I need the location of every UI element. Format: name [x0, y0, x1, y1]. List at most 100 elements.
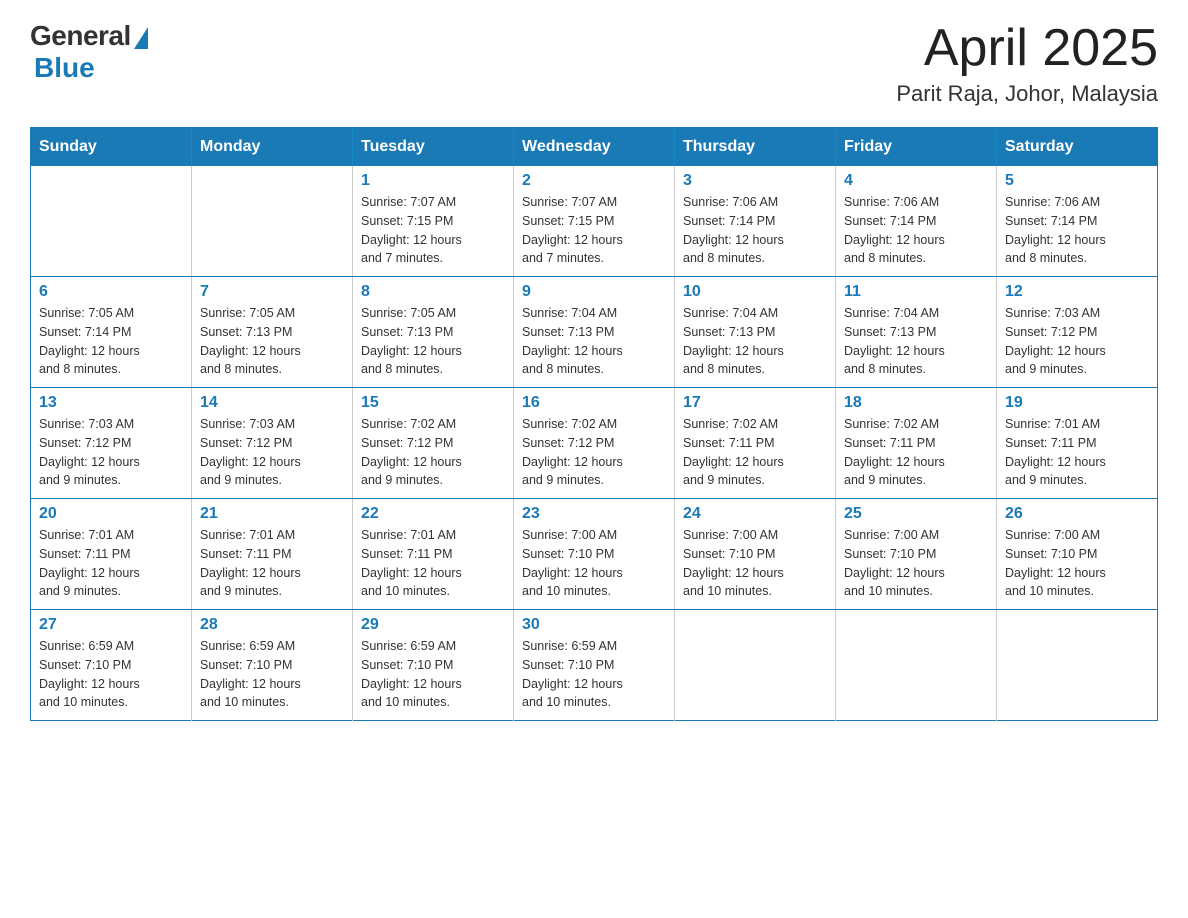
- calendar-cell: 5 Sunrise: 7:06 AMSunset: 7:14 PMDaylight…: [997, 166, 1158, 277]
- day-info: Sunrise: 7:01 AMSunset: 7:11 PMDaylight:…: [39, 526, 183, 601]
- day-number: 8: [361, 283, 505, 301]
- calendar-cell: [675, 610, 836, 721]
- day-info: Sunrise: 7:02 AMSunset: 7:11 PMDaylight:…: [844, 415, 988, 490]
- day-info: Sunrise: 7:03 AMSunset: 7:12 PMDaylight:…: [39, 415, 183, 490]
- calendar-cell: 25 Sunrise: 7:00 AMSunset: 7:10 PMDayligh…: [836, 499, 997, 610]
- day-number: 10: [683, 283, 827, 301]
- calendar-cell: 27 Sunrise: 6:59 AMSunset: 7:10 PMDayligh…: [31, 610, 192, 721]
- day-info: Sunrise: 7:05 AMSunset: 7:14 PMDaylight:…: [39, 304, 183, 379]
- calendar-cell: 14 Sunrise: 7:03 AMSunset: 7:12 PMDayligh…: [192, 388, 353, 499]
- day-info: Sunrise: 7:04 AMSunset: 7:13 PMDaylight:…: [683, 304, 827, 379]
- day-info: Sunrise: 7:06 AMSunset: 7:14 PMDaylight:…: [844, 193, 988, 268]
- calendar-cell: 21 Sunrise: 7:01 AMSunset: 7:11 PMDayligh…: [192, 499, 353, 610]
- calendar-cell: 1 Sunrise: 7:07 AMSunset: 7:15 PMDaylight…: [353, 166, 514, 277]
- calendar-cell: 13 Sunrise: 7:03 AMSunset: 7:12 PMDayligh…: [31, 388, 192, 499]
- day-info: Sunrise: 7:01 AMSunset: 7:11 PMDaylight:…: [1005, 415, 1149, 490]
- day-number: 24: [683, 505, 827, 523]
- calendar-cell: 24Sunrise: 7:00 AMSunset: 7:10 PMDayligh…: [675, 499, 836, 610]
- day-number: 14: [200, 394, 344, 412]
- calendar-cell: 16 Sunrise: 7:02 AMSunset: 7:12 PMDayligh…: [514, 388, 675, 499]
- calendar-cell: [192, 166, 353, 277]
- calendar-cell: 7 Sunrise: 7:05 AMSunset: 7:13 PMDaylight…: [192, 277, 353, 388]
- day-info: Sunrise: 7:04 AMSunset: 7:13 PMDaylight:…: [844, 304, 988, 379]
- day-number: 11: [844, 283, 988, 301]
- day-info: Sunrise: 7:05 AMSunset: 7:13 PMDaylight:…: [361, 304, 505, 379]
- logo-blue-text: Blue: [34, 52, 95, 84]
- calendar-week-row: 1 Sunrise: 7:07 AMSunset: 7:15 PMDaylight…: [31, 166, 1158, 277]
- day-info: Sunrise: 6:59 AMSunset: 7:10 PMDaylight:…: [39, 637, 183, 712]
- calendar-cell: [31, 166, 192, 277]
- calendar-cell: 4 Sunrise: 7:06 AMSunset: 7:14 PMDaylight…: [836, 166, 997, 277]
- calendar-week-row: 20 Sunrise: 7:01 AMSunset: 7:11 PMDayligh…: [31, 499, 1158, 610]
- calendar-day-header: Sunday: [31, 128, 192, 167]
- calendar-header-row: SundayMondayTuesdayWednesdayThursdayFrid…: [31, 128, 1158, 167]
- day-info: Sunrise: 7:07 AMSunset: 7:15 PMDaylight:…: [522, 193, 666, 268]
- calendar-cell: 8 Sunrise: 7:05 AMSunset: 7:13 PMDaylight…: [353, 277, 514, 388]
- day-number: 20: [39, 505, 183, 523]
- day-number: 16: [522, 394, 666, 412]
- calendar-week-row: 6 Sunrise: 7:05 AMSunset: 7:14 PMDaylight…: [31, 277, 1158, 388]
- calendar-cell: 20 Sunrise: 7:01 AMSunset: 7:11 PMDayligh…: [31, 499, 192, 610]
- day-number: 26: [1005, 505, 1149, 523]
- calendar-week-row: 27 Sunrise: 6:59 AMSunset: 7:10 PMDayligh…: [31, 610, 1158, 721]
- day-info: Sunrise: 7:00 AMSunset: 7:10 PMDaylight:…: [522, 526, 666, 601]
- day-info: Sunrise: 7:03 AMSunset: 7:12 PMDaylight:…: [1005, 304, 1149, 379]
- day-number: 7: [200, 283, 344, 301]
- day-number: 1: [361, 172, 505, 190]
- calendar-day-header: Saturday: [997, 128, 1158, 167]
- day-info: Sunrise: 7:06 AMSunset: 7:14 PMDaylight:…: [1005, 193, 1149, 268]
- calendar-day-header: Tuesday: [353, 128, 514, 167]
- day-number: 2: [522, 172, 666, 190]
- logo-general-text: General: [30, 20, 131, 52]
- calendar-cell: 28 Sunrise: 6:59 AMSunset: 7:10 PMDayligh…: [192, 610, 353, 721]
- day-number: 4: [844, 172, 988, 190]
- day-number: 22: [361, 505, 505, 523]
- day-number: 9: [522, 283, 666, 301]
- calendar-location: Parit Raja, Johor, Malaysia: [896, 81, 1158, 107]
- day-number: 13: [39, 394, 183, 412]
- day-info: Sunrise: 7:03 AMSunset: 7:12 PMDaylight:…: [200, 415, 344, 490]
- calendar-day-header: Wednesday: [514, 128, 675, 167]
- day-number: 27: [39, 616, 183, 634]
- day-number: 25: [844, 505, 988, 523]
- title-block: April 2025 Parit Raja, Johor, Malaysia: [896, 20, 1158, 107]
- day-info: Sunrise: 7:02 AMSunset: 7:11 PMDaylight:…: [683, 415, 827, 490]
- day-info: Sunrise: 7:04 AMSunset: 7:13 PMDaylight:…: [522, 304, 666, 379]
- logo: General Blue: [30, 20, 148, 84]
- day-number: 3: [683, 172, 827, 190]
- day-info: Sunrise: 7:01 AMSunset: 7:11 PMDaylight:…: [361, 526, 505, 601]
- day-info: Sunrise: 7:05 AMSunset: 7:13 PMDaylight:…: [200, 304, 344, 379]
- day-number: 21: [200, 505, 344, 523]
- calendar-cell: 22 Sunrise: 7:01 AMSunset: 7:11 PMDayligh…: [353, 499, 514, 610]
- calendar-table: SundayMondayTuesdayWednesdayThursdayFrid…: [30, 127, 1158, 721]
- day-number: 12: [1005, 283, 1149, 301]
- day-number: 28: [200, 616, 344, 634]
- day-info: Sunrise: 6:59 AMSunset: 7:10 PMDaylight:…: [361, 637, 505, 712]
- page-header: General Blue April 2025 Parit Raja, Joho…: [30, 20, 1158, 107]
- day-number: 6: [39, 283, 183, 301]
- day-info: Sunrise: 7:07 AMSunset: 7:15 PMDaylight:…: [361, 193, 505, 268]
- day-info: Sunrise: 7:00 AMSunset: 7:10 PMDaylight:…: [844, 526, 988, 601]
- day-number: 29: [361, 616, 505, 634]
- calendar-cell: 23Sunrise: 7:00 AMSunset: 7:10 PMDayligh…: [514, 499, 675, 610]
- day-number: 15: [361, 394, 505, 412]
- calendar-cell: 2 Sunrise: 7:07 AMSunset: 7:15 PMDaylight…: [514, 166, 675, 277]
- calendar-cell: 18Sunrise: 7:02 AMSunset: 7:11 PMDayligh…: [836, 388, 997, 499]
- calendar-cell: 19 Sunrise: 7:01 AMSunset: 7:11 PMDayligh…: [997, 388, 1158, 499]
- day-info: Sunrise: 7:02 AMSunset: 7:12 PMDaylight:…: [522, 415, 666, 490]
- calendar-day-header: Friday: [836, 128, 997, 167]
- day-number: 30: [522, 616, 666, 634]
- day-info: Sunrise: 7:01 AMSunset: 7:11 PMDaylight:…: [200, 526, 344, 601]
- calendar-cell: 10 Sunrise: 7:04 AMSunset: 7:13 PMDayligh…: [675, 277, 836, 388]
- day-number: 17: [683, 394, 827, 412]
- day-info: Sunrise: 6:59 AMSunset: 7:10 PMDaylight:…: [522, 637, 666, 712]
- calendar-cell: 12 Sunrise: 7:03 AMSunset: 7:12 PMDayligh…: [997, 277, 1158, 388]
- calendar-cell: 26Sunrise: 7:00 AMSunset: 7:10 PMDayligh…: [997, 499, 1158, 610]
- calendar-cell: 15 Sunrise: 7:02 AMSunset: 7:12 PMDayligh…: [353, 388, 514, 499]
- day-info: Sunrise: 6:59 AMSunset: 7:10 PMDaylight:…: [200, 637, 344, 712]
- calendar-cell: [836, 610, 997, 721]
- day-number: 19: [1005, 394, 1149, 412]
- day-info: Sunrise: 7:02 AMSunset: 7:12 PMDaylight:…: [361, 415, 505, 490]
- day-number: 5: [1005, 172, 1149, 190]
- calendar-cell: [997, 610, 1158, 721]
